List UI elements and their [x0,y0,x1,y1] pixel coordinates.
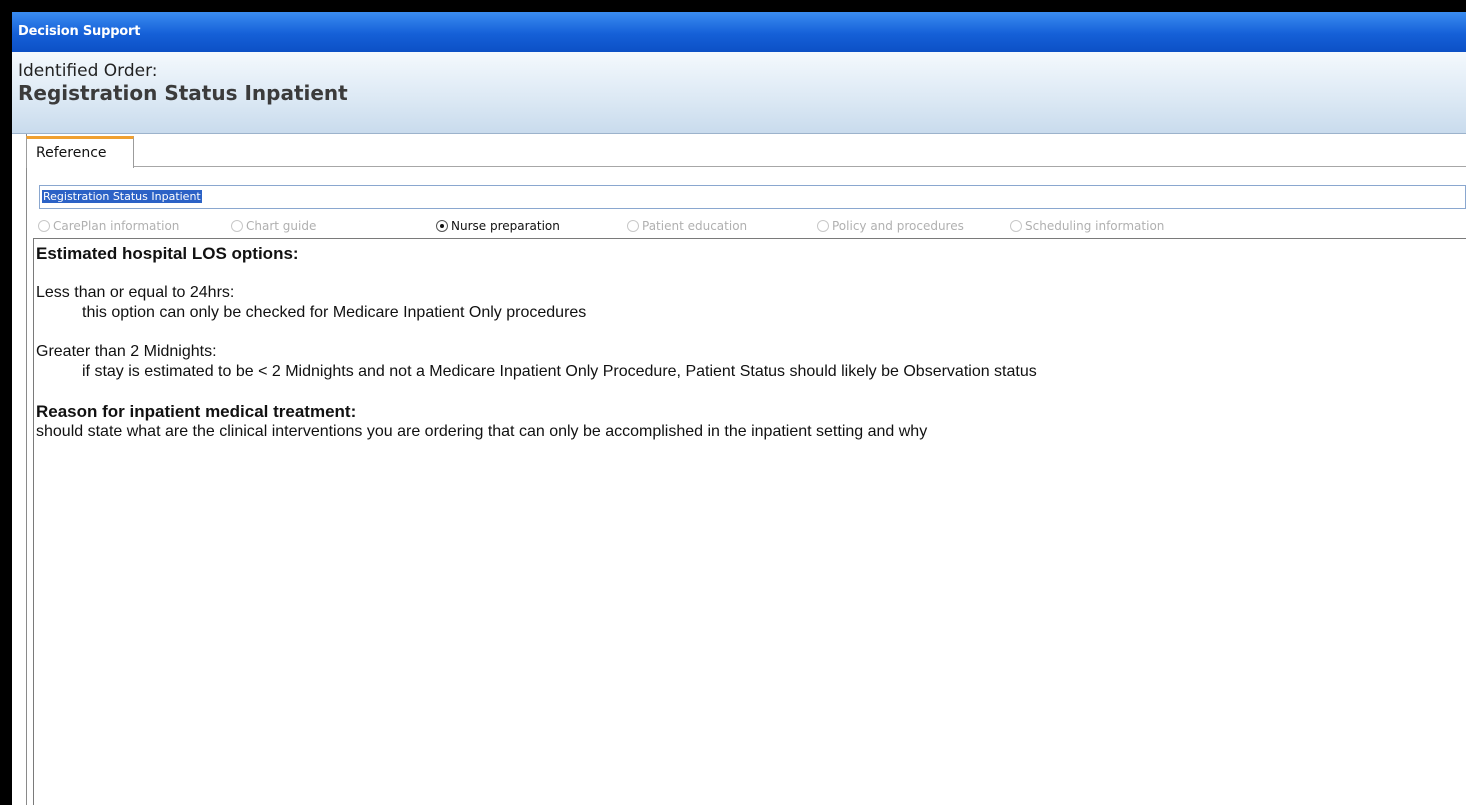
reference-type-radio-group: CarePlan information Chart guide Nurse p… [38,217,1466,237]
window-title-bar[interactable]: Decision Support [12,12,1466,52]
reason-heading: Reason for inpatient medical treatment: [36,402,357,421]
reason-text: should state what are the clinical inter… [36,423,928,440]
radio-label: Nurse preparation [451,219,560,233]
reference-content[interactable]: Estimated hospital LOS options: Less tha… [33,238,1466,805]
radio-label: Patient education [642,219,748,233]
radio-label: Chart guide [246,219,317,233]
tab-strip: Reference [26,134,1466,168]
radio-patient-education[interactable]: Patient education [627,219,747,233]
order-header: Identified Order: Registration Status In… [12,52,1466,134]
reference-title-field[interactable]: Registration Status Inpatient [39,185,1466,209]
radio-label: Policy and procedures [832,219,964,233]
los-option-24hrs-detail: this option can only be checked for Medi… [82,304,587,321]
radio-circle-icon[interactable] [1010,220,1022,232]
radio-circle-icon[interactable] [817,220,829,232]
radio-scheduling-information[interactable]: Scheduling information [1010,219,1164,233]
order-name: Registration Status Inpatient [18,81,348,105]
radio-label: Scheduling information [1025,219,1165,233]
los-option-24hrs: Less than or equal to 24hrs: [36,284,235,301]
radio-circle-icon[interactable] [231,220,243,232]
radio-circle-icon[interactable] [627,220,639,232]
identified-order-label: Identified Order: [18,61,158,81]
radio-careplan-information[interactable]: CarePlan information [38,219,179,233]
los-option-2-midnights-detail: if stay is estimated to be < 2 Midnights… [82,363,1037,380]
reference-title-value: Registration Status Inpatient [42,190,202,203]
radio-label: CarePlan information [53,219,180,233]
radio-policy-and-procedures[interactable]: Policy and procedures [817,219,964,233]
los-options-heading: Estimated hospital LOS options: [36,244,299,263]
radio-selected-icon[interactable] [436,220,448,232]
radio-chart-guide[interactable]: Chart guide [231,219,316,233]
window-title: Decision Support [18,24,141,39]
tab-reference-label: Reference [36,145,107,161]
panel-left-border [26,134,27,805]
los-option-2-midnights: Greater than 2 Midnights: [36,343,217,360]
radio-nurse-preparation[interactable]: Nurse preparation [436,219,560,233]
radio-circle-icon[interactable] [38,220,50,232]
tab-reference[interactable]: Reference [26,136,134,168]
decision-support-window: Decision Support Identified Order: Regis… [12,12,1466,805]
